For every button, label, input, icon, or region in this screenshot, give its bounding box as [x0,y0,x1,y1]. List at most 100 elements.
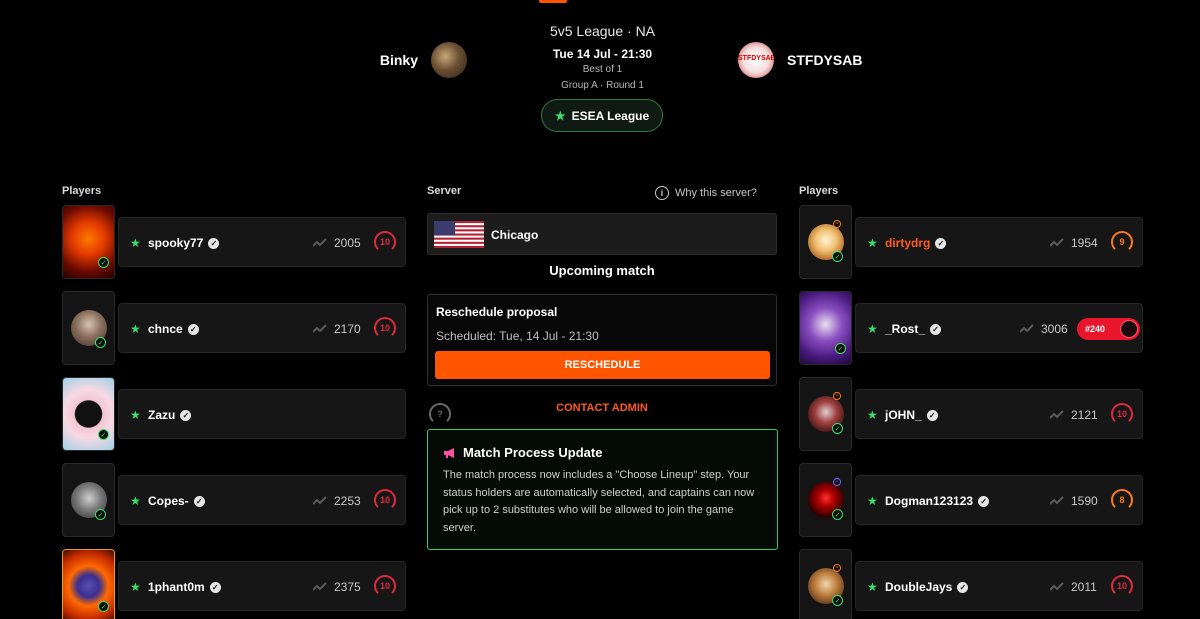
server-location: Chicago [427,213,777,255]
player-row-right[interactable]: • ✓ ★ dirtydrg ✓ 1954 9 [799,205,1143,279]
player-row-right[interactable]: • ✓ ★ Dogman123123 ✓ 1590 8 [799,463,1143,537]
best-of: Best of 1 [582,64,623,75]
player-elo: 2170 [334,322,361,336]
player-row-right[interactable]: • ✓ ★ DoubleJays ✓ 2011 10 [799,549,1143,619]
match-status: Upcoming match [549,263,655,278]
player-elo: 2253 [334,494,361,508]
player-name[interactable]: chnce ✓ [148,322,199,336]
player-card[interactable]: ★ spooky77 ✓ 2005 10 [118,217,406,267]
trend-icon [313,496,327,505]
match-datetime: Tue 14 Jul - 21:30 [552,47,653,61]
player-card[interactable]: ★ dirtydrg ✓ 1954 9 [855,217,1143,267]
rank-badge: #240 [1077,318,1140,340]
contact-admin-link[interactable]: CONTACT ADMIN [427,402,777,414]
scheduled-time: Scheduled: Tue, 14 Jul - 21:30 [436,329,599,343]
player-avatar[interactable]: • ✓ [799,549,852,619]
team-right-name[interactable]: STFDYSAB [787,52,862,68]
player-name[interactable]: 1phant0m ✓ [148,580,221,594]
player-row-left[interactable]: ✓ ★ Copes- ✓ 2253 10 [62,463,406,537]
shield-icon: ✓ [832,595,843,606]
verified-icon: ✓ [957,581,969,593]
player-row-left[interactable]: ✓ ★ chnce ✓ 2170 10 [62,291,406,365]
level-badge: 9 [1111,231,1133,253]
player-avatar[interactable]: ✓ [62,205,115,279]
player-avatar[interactable]: • ✓ [799,205,852,279]
player-card[interactable]: ★ jOHN_ ✓ 2121 10 [855,389,1143,439]
verified-icon: ✓ [926,409,938,421]
player-row-left[interactable]: ✓ ★ spooky77 ✓ 2005 10 [62,205,406,279]
trend-icon [313,238,327,247]
match-process-update-panel: Match Process Update The match process n… [427,429,778,550]
player-card[interactable]: ★ _Rost_ ✓ 3006 #240 [855,303,1143,353]
player-avatar[interactable]: ✓ [62,549,115,619]
player-card[interactable]: ★ Copes- ✓ 2253 10 [118,475,406,525]
shield-icon: ✓ [98,429,109,440]
star-icon: ★ [130,580,141,594]
player-elo: 2005 [334,236,361,250]
team-left-name[interactable]: Binky [380,52,418,68]
star-icon: ★ [867,580,878,594]
verified-icon: ✓ [193,495,205,507]
star-icon: ★ [867,236,878,250]
player-card[interactable]: ★ chnce ✓ 2170 10 [118,303,406,353]
league-badge-label: ESEA League [571,108,650,123]
status-dot-icon: • [833,564,841,572]
player-avatar[interactable]: • ✓ [799,377,852,451]
player-card[interactable]: ★ Zazu ✓ ? [118,389,451,439]
league-badge[interactable]: ★ ESEA League [541,99,663,132]
level-badge: 10 [374,575,396,597]
player-avatar[interactable]: ✓ [62,463,115,537]
player-card[interactable]: ★ DoubleJays ✓ 2011 10 [855,561,1143,611]
server-name: Chicago [491,228,539,242]
player-row-right[interactable]: • ✓ ★ jOHN_ ✓ 2121 10 [799,377,1143,451]
shield-icon: ✓ [835,343,846,354]
verified-icon: ✓ [208,237,220,249]
trend-icon [1050,238,1064,247]
reschedule-button[interactable]: RESCHEDULE [435,351,770,379]
player-elo: 3006 [1041,322,1068,336]
player-row-right[interactable]: ✓ ★ _Rost_ ✓ 3006 #240 [799,291,1143,365]
star-icon: ★ [130,408,141,422]
player-elo: 2011 [1071,580,1097,594]
player-avatar[interactable]: ✓ [62,291,115,365]
player-name[interactable]: Zazu ✓ [148,408,192,422]
player-avatar[interactable]: • ✓ [799,463,852,537]
player-name[interactable]: Copes- ✓ [148,494,205,508]
star-icon: ★ [130,236,141,250]
team-left-avatar[interactable] [431,42,467,78]
player-avatar[interactable]: ✓ [62,377,115,451]
status-dot-icon: • [833,392,841,400]
player-name[interactable]: DoubleJays ✓ [885,580,969,594]
info-icon: i [655,186,669,200]
player-card[interactable]: ★ 1phant0m ✓ 2375 10 [118,561,406,611]
star-icon: ★ [867,408,878,422]
player-row-left[interactable]: ✓ ★ 1phant0m ✓ 2375 10 [62,549,406,619]
reschedule-title: Reschedule proposal [436,305,558,319]
player-name[interactable]: Dogman123123 ✓ [885,494,990,508]
player-name[interactable]: spooky77 ✓ [148,236,220,250]
shield-icon: ✓ [832,423,843,434]
star-icon: ★ [867,322,878,336]
top-accent-bar [539,0,567,3]
verified-icon: ✓ [930,323,942,335]
player-name[interactable]: dirtydrg ✓ [885,236,947,250]
player-avatar[interactable]: ✓ [799,291,852,365]
group-round: Group A · Round 1 [561,80,644,91]
left-players-heading: Players [62,185,102,197]
level-badge: 10 [374,231,396,253]
star-icon: ★ [867,494,878,508]
player-name[interactable]: jOHN_ ✓ [885,408,938,422]
team-right-avatar[interactable]: STFDYSAB [738,42,774,78]
shield-icon: ✓ [95,337,106,348]
player-name[interactable]: _Rost_ ✓ [885,322,942,336]
status-dot-icon: • [833,220,841,228]
player-elo: 2375 [334,580,361,594]
verified-icon: ✓ [978,495,990,507]
trend-icon [1050,496,1064,505]
player-card[interactable]: ★ Dogman123123 ✓ 1590 8 [855,475,1143,525]
level-badge: 10 [1111,575,1133,597]
why-server-link[interactable]: i Why this server? [655,186,757,200]
level-badge: 10 [1111,403,1133,425]
player-row-left[interactable]: ✓ ★ Zazu ✓ ? [62,377,451,451]
star-icon: ★ [130,494,141,508]
